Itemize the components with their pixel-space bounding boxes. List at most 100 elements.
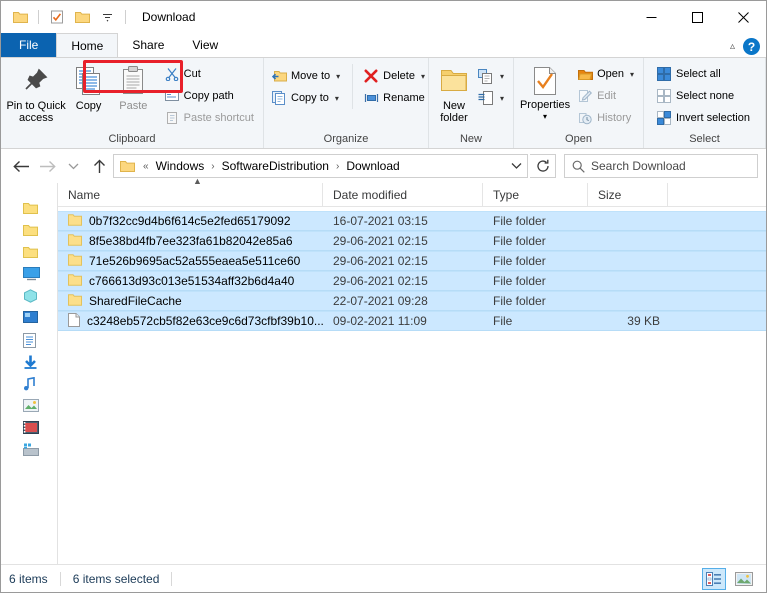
view-toggle-buttons: [702, 568, 756, 590]
easy-access-button[interactable]: ▾: [476, 87, 508, 109]
downloads-icon: [23, 354, 41, 370]
pictures-icon: [23, 398, 41, 414]
column-header-type[interactable]: Type: [483, 183, 588, 207]
row-date-cell: 29-06-2021 02:15: [323, 272, 483, 290]
tab-home[interactable]: Home: [56, 33, 118, 57]
breadcrumb-softwaredistribution[interactable]: SoftwareDistribution: [220, 159, 331, 173]
row-name-text: c766613d93c013e51534aff32b6d4a40: [89, 274, 294, 288]
breadcrumb-overflow[interactable]: «: [140, 161, 152, 172]
paste-shortcut-button[interactable]: Paste shortcut: [162, 107, 258, 129]
column-header-size[interactable]: Size: [588, 183, 668, 207]
row-size-cell: 39 KB: [588, 312, 668, 330]
close-button[interactable]: [720, 1, 766, 33]
ribbon-tab-bar: File Home Share View ▵ ?: [1, 33, 766, 57]
group-label-clipboard: Clipboard: [1, 132, 263, 148]
nav-item-videos[interactable]: [23, 417, 41, 439]
select-none-button[interactable]: Select none: [654, 85, 754, 107]
up-button[interactable]: [87, 154, 111, 178]
details-view-button[interactable]: [702, 568, 726, 590]
table-row[interactable]: SharedFileCache 22-07-2021 09:28 File fo…: [58, 291, 766, 311]
cut-button[interactable]: Cut: [162, 63, 258, 85]
copy-button[interactable]: Copy: [66, 62, 111, 112]
pin-icon: [23, 65, 49, 97]
tab-share[interactable]: Share: [118, 33, 178, 57]
copy-to-button[interactable]: Copy to ▾: [269, 87, 344, 109]
nav-item-pictures[interactable]: [23, 395, 41, 417]
table-row[interactable]: 8f5e38bd4fb7ee323fa61b82042e85a6 29-06-2…: [58, 231, 766, 251]
recent-locations-button[interactable]: [61, 154, 85, 178]
nav-item-this-pc[interactable]: [23, 263, 41, 285]
select-all-button[interactable]: Select all: [654, 63, 754, 85]
chevron-down-icon-2[interactable]: ▾: [335, 94, 339, 103]
nav-item-3d-objects[interactable]: [23, 285, 41, 307]
folder-icon[interactable]: [10, 7, 30, 27]
back-button[interactable]: [9, 154, 33, 178]
breadcrumb-download[interactable]: Download: [344, 159, 401, 173]
pin-to-quick-access-button[interactable]: Pin to Quickaccess: [6, 62, 66, 124]
new-folder-icon[interactable]: [72, 7, 92, 27]
chevron-down-icon-3[interactable]: ▾: [421, 72, 425, 81]
open-label: Open: [597, 68, 624, 80]
file-list-pane: Name ▲ Date modified Type Size 0b7f32: [57, 183, 766, 564]
table-row[interactable]: 0b7f32cc9d4b6f614c5e2fed65179092 16-07-2…: [58, 211, 766, 231]
minimize-button[interactable]: [628, 1, 674, 33]
open-button[interactable]: Open ▾: [575, 63, 638, 85]
tab-view[interactable]: View: [178, 33, 232, 57]
properties-caret[interactable]: ▾: [543, 112, 547, 121]
help-button[interactable]: ?: [743, 38, 760, 55]
new-item-button[interactable]: ▾: [476, 65, 508, 87]
table-row[interactable]: c766613d93c013e51534aff32b6d4a40 29-06-2…: [58, 271, 766, 291]
search-box[interactable]: Search Download: [564, 154, 758, 178]
chevron-right-icon-1[interactable]: ›: [208, 161, 217, 172]
rename-button[interactable]: Rename: [361, 87, 429, 109]
large-icons-view-button[interactable]: [732, 568, 756, 590]
row-name-cell: c3248eb572cb5f82e63ce9c6d73cfbf39b10...: [58, 312, 323, 330]
rename-icon: [363, 90, 379, 106]
properties-icon[interactable]: [47, 7, 67, 27]
invert-selection-button[interactable]: Invert selection: [654, 107, 754, 129]
nav-item-downloads[interactable]: [23, 351, 41, 373]
tab-file[interactable]: File: [1, 33, 56, 57]
column-header-name[interactable]: Name ▲: [58, 183, 323, 207]
address-path-field[interactable]: « Windows › SoftwareDistribution › Downl…: [113, 154, 528, 178]
nav-item-documents[interactable]: [23, 329, 41, 351]
history-button[interactable]: History: [575, 107, 638, 129]
chevron-right-icon-2[interactable]: ›: [333, 161, 342, 172]
refresh-button[interactable]: [530, 154, 556, 178]
chevron-up-icon[interactable]: ▵: [730, 42, 735, 52]
table-row[interactable]: 71e526b9695ac52a555eaea5e511ce60 29-06-2…: [58, 251, 766, 271]
nav-item-quick-access-folder-3[interactable]: [23, 241, 41, 263]
pin-label-line2: access: [19, 112, 53, 124]
paste-button[interactable]: Paste: [111, 62, 156, 112]
new-item-icon: [478, 68, 494, 84]
desktop-icon: [23, 310, 41, 326]
chevron-down-icon[interactable]: ▾: [336, 72, 340, 81]
properties-button[interactable]: Properties▾: [519, 62, 571, 122]
easy-access-icon: [478, 90, 494, 106]
breadcrumb-windows[interactable]: Windows: [154, 159, 207, 173]
nav-item-desktop[interactable]: [23, 307, 41, 329]
customize-dropdown-icon[interactable]: [97, 7, 117, 27]
edit-button[interactable]: Edit: [575, 85, 638, 107]
new-folder-button[interactable]: Newfolder: [434, 62, 474, 124]
copy-to-icon: [271, 90, 287, 106]
forward-button[interactable]: [35, 154, 59, 178]
maximize-button[interactable]: [674, 1, 720, 33]
nav-item-music[interactable]: [23, 373, 41, 395]
delete-button[interactable]: Delete ▾: [361, 65, 429, 87]
nav-item-quick-access-folder-1[interactable]: [23, 197, 41, 219]
status-bar: 6 items 6 items selected: [1, 564, 766, 592]
chevron-down-icon-4[interactable]: ▾: [500, 72, 504, 81]
chevron-down-icon-5[interactable]: ▾: [500, 94, 504, 103]
search-icon: [572, 160, 585, 173]
table-row[interactable]: c3248eb572cb5f82e63ce9c6d73cfbf39b10... …: [58, 311, 766, 331]
nav-item-local-disk[interactable]: [23, 439, 41, 461]
column-header-date-modified[interactable]: Date modified: [323, 183, 483, 207]
chevron-down-icon-6[interactable]: ▾: [630, 70, 634, 79]
address-dropdown-button[interactable]: [505, 155, 527, 177]
delete-label: Delete: [383, 70, 415, 82]
row-name-text: 8f5e38bd4fb7ee323fa61b82042e85a6: [89, 234, 293, 248]
move-to-button[interactable]: Move to ▾: [269, 65, 344, 87]
copy-path-button[interactable]: Copy path: [162, 85, 258, 107]
nav-item-quick-access-folder-2[interactable]: [23, 219, 41, 241]
